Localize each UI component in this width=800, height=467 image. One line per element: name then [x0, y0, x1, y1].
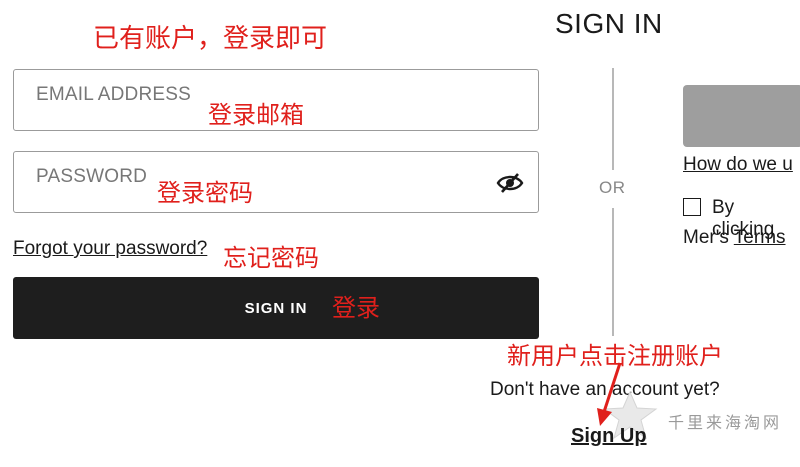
- divider-or-label: OR: [599, 178, 626, 197]
- annotation-forgot: 忘记密码: [223, 244, 319, 272]
- consent-checkbox[interactable]: [683, 198, 701, 216]
- email-input[interactable]: [36, 84, 206, 106]
- social-signin-button[interactable]: [683, 85, 800, 147]
- sign-up-link[interactable]: Sign Up: [571, 425, 647, 448]
- password-input[interactable]: [36, 166, 166, 188]
- annotation-already-have-account: 已有账户，登录即可: [93, 24, 328, 54]
- consent-prefix: Mer's: [683, 227, 729, 248]
- sign-in-button[interactable]: SIGN IN: [13, 277, 539, 339]
- consent-line-2: Mer's Terms: [683, 227, 786, 249]
- red-arrow-icon: [590, 360, 630, 428]
- forgot-password-link[interactable]: Forgot your password?: [13, 238, 207, 260]
- how-do-we-use-link[interactable]: How do we u: [683, 154, 793, 176]
- annotation-password: 登录密码: [157, 179, 253, 207]
- password-field[interactable]: [13, 151, 539, 213]
- eye-slash-icon[interactable]: [496, 172, 524, 194]
- annotation-email: 登录邮箱: [208, 101, 304, 129]
- watermark-text: 千里来海淘网: [668, 413, 783, 432]
- terms-link[interactable]: Terms: [734, 227, 786, 248]
- divider-line-bottom: [612, 208, 614, 336]
- divider-line-top: [612, 68, 614, 170]
- sign-in-button-label: SIGN IN: [244, 299, 308, 317]
- annotation-signin: 登录: [332, 294, 380, 322]
- page-title: SIGN IN: [555, 8, 663, 39]
